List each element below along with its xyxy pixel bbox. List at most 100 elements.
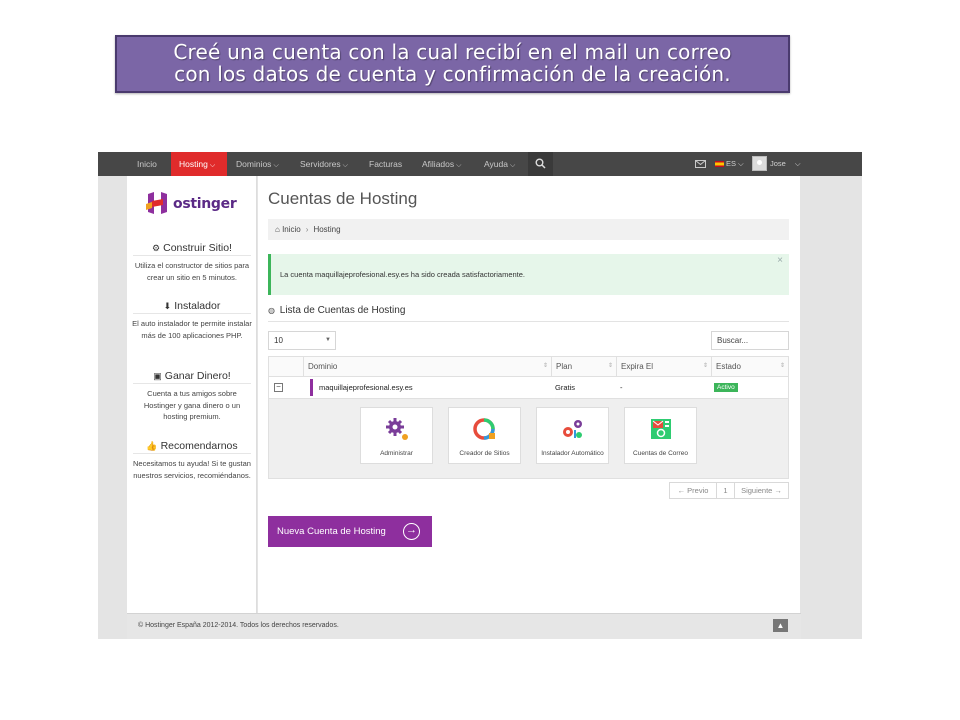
row-plan: Gratis [555,383,576,392]
table-row[interactable]: − maquillajeprofesional.esy.es Gratis - … [268,377,789,399]
user-menu[interactable]: Jose ⌵ [770,152,801,176]
nav-item-inicio[interactable]: Inicio [137,152,157,176]
chevron-right-icon: › [305,225,309,234]
previous-page-button[interactable]: ← Previo [670,483,716,498]
nav-item-afiliados[interactable]: Afiliados ⌵ [422,152,461,176]
row-domain[interactable]: maquillajeprofesional.esy.es [319,377,413,398]
money-icon: ▣ [153,371,162,381]
nav-item-ayuda[interactable]: Ayuda ⌵ [484,152,515,176]
recommend-text: Necesitamos tu ayuda! Si te gustan nuest… [133,459,251,480]
caption-line-1: Creé una cuenta con la cual recibí en el… [173,40,732,64]
row-expires: - [620,383,623,392]
nav-item-hosting[interactable]: Hosting ⌵ [171,152,227,176]
chevron-down-icon: ⌵ [509,162,516,169]
sidebar: ostinger ⚙ Construir Sitio! Utiliza el co… [127,176,257,613]
administrar-tile[interactable]: Administrar [360,407,433,464]
sort-icon: ⇕ [779,363,785,369]
column-expira[interactable]: Expira El ⇕ [616,357,711,376]
hostinger-logo[interactable]: ostinger [146,190,241,216]
installer-block: ⬇ Instalador El auto instalador te permit… [127,298,257,341]
chevron-down-icon: ⌵ [738,159,744,168]
domain-marker [310,379,313,396]
gears-icon: ⚙ [152,243,161,253]
build-site-text: Utiliza el constructor de sitios para cr… [134,261,250,282]
instalador-label: Instalador Automático [541,450,604,457]
build-site-title[interactable]: ⚙ Construir Sitio! [133,240,251,256]
recommend-title[interactable]: 👍 Recomendarnos [133,438,251,454]
mail-icon[interactable] [695,152,706,176]
slide-caption: Creé una cuenta con la cual recibí en el… [115,35,790,93]
spain-flag-icon [715,161,724,168]
site-builder-icon [472,418,495,440]
build-site-block: ⚙ Construir Sitio! Utiliza el constructor… [127,240,257,283]
page-title: Cuentas de Hosting [268,189,418,208]
installer-title[interactable]: ⬇ Instalador [133,298,251,314]
scroll-to-top-button[interactable]: ▲ [773,619,788,632]
search-button[interactable] [528,152,553,176]
chevron-down-icon: ⌵ [794,159,801,168]
search-input[interactable]: Buscar... [711,331,789,350]
avatar[interactable] [752,156,767,171]
success-alert: La cuenta maquillajeprofesional.esy.es h… [268,254,789,295]
column-estado[interactable]: Estado ⇕ [711,357,788,376]
administrar-label: Administrar [380,450,413,457]
chevron-down-icon: ⌵ [209,162,216,169]
pagination: ← Previo 1 Siguiente → [669,482,789,499]
globe-icon: ◍ [268,306,275,315]
chevron-down-icon: ⌵ [342,162,348,169]
sort-icon: ⇕ [607,363,613,369]
footer-text: © Hostinger España 2012-2014. Todos los … [138,622,339,629]
breadcrumb: ⌂ Inicio › Hosting [268,219,789,240]
row-actions-panel: Administrar Creador de Sitios Instalador… [268,399,789,479]
nav-item-facturas[interactable]: Facturas [369,152,402,176]
earn-money-title[interactable]: ▣ Ganar Dinero! [133,368,251,384]
installer-text: El auto instalador te permite instalar m… [132,319,252,340]
chevron-up-icon: ▲ [776,621,785,630]
page-number-button[interactable]: 1 [716,483,734,498]
arrow-right-circle-icon: → [403,523,420,540]
nav-item-servidores[interactable]: Servidores ⌵ [300,152,348,176]
hostinger-screenshot: Inicio Hosting ⌵ Dominios ⌵ Servidores ⌵ Fa… [98,152,862,639]
page-size-select[interactable]: 10 ▼ [268,331,336,350]
next-page-button[interactable]: Siguiente → [734,483,788,498]
search-icon [535,158,546,169]
language-selector[interactable]: ES ⌵ [715,152,744,176]
collapse-icon[interactable]: − [274,383,283,392]
column-plan[interactable]: Plan ⇕ [551,357,616,376]
close-icon[interactable]: × [777,254,783,268]
status-badge: Activo [714,383,738,392]
chevron-down-icon: ⌵ [456,162,462,169]
earn-money-text: Cuenta a tus amigos sobre Hostinger y ga… [143,389,241,421]
new-hosting-account-button[interactable]: Nueva Cuenta de Hosting → [268,516,432,547]
breadcrumb-inicio[interactable]: Inicio [282,225,301,234]
footer: © Hostinger España 2012-2014. Todos los … [127,613,801,639]
hostinger-h-icon [146,192,167,214]
earn-money-block: ▣ Ganar Dinero! Cuenta a tus amigos sobre… [127,368,257,423]
download-icon: ⬇ [163,301,172,311]
creador-sitios-label: Creador de Sitios [459,450,510,457]
breadcrumb-hosting: Hosting [313,225,341,234]
column-dominio[interactable]: Dominio ⇕ [303,357,551,376]
email-accounts-icon [650,419,671,439]
table-header: Dominio ⇕ Plan ⇕ Expira El ⇕ Estado ⇕ [268,356,789,377]
chevron-down-icon: ⌵ [273,162,279,169]
sort-icon: ⇕ [542,363,548,369]
cuentas-correo-label: Cuentas de Correo [633,450,688,457]
nav-item-dominios[interactable]: Dominios ⌵ [236,152,279,176]
hosting-table: Dominio ⇕ Plan ⇕ Expira El ⇕ Estado ⇕ − maqu… [268,356,789,479]
creador-sitios-tile[interactable]: Creador de Sitios [448,407,521,464]
gear-icon [385,418,408,440]
auto-installer-icon [562,420,582,438]
recommend-block: 👍 Recomendarnos Necesitamos tu ayuda! Si … [127,438,257,481]
cuentas-correo-tile[interactable]: Cuentas de Correo [624,407,697,464]
instalador-tile[interactable]: Instalador Automático [536,407,609,464]
alert-message: La cuenta maquillajeprofesional.esy.es h… [280,270,526,279]
caption-line-2: con los datos de cuenta y confirmación d… [174,62,731,86]
section-title: ◍ Lista de Cuentas de Hosting [268,305,789,322]
row-status: Activo [714,377,738,398]
chevron-down-icon: ▼ [325,337,331,343]
sort-icon: ⇕ [702,363,708,369]
top-navigation: Inicio Hosting ⌵ Dominios ⌵ Servidores ⌵ Fa… [98,152,862,176]
thumbs-up-icon: 👍 [146,441,158,451]
home-icon: ⌂ [275,225,280,234]
